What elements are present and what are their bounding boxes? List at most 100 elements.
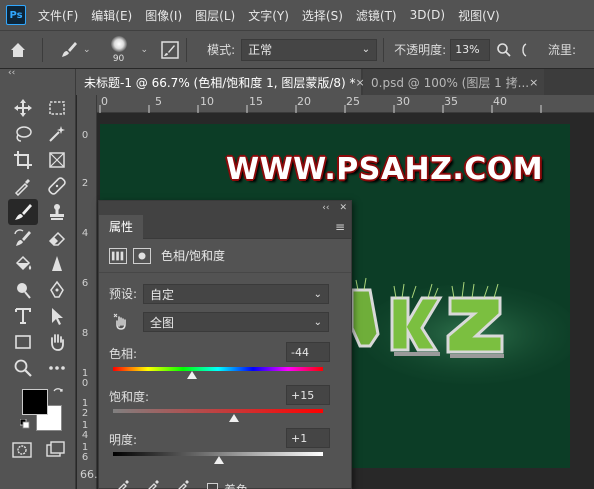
menu-image[interactable]: 图像(I) [145, 7, 182, 24]
hue-input[interactable]: -44 [286, 342, 330, 362]
close-icon[interactable]: ✕ [339, 203, 347, 213]
default-colors-icon[interactable] [20, 419, 30, 429]
menu-edit[interactable]: 编辑(E) [91, 7, 132, 24]
properties-panel: ‹‹ ✕ 属性 ≡ 色相/饱和度 预设: 自定 ⌄ 全图 ⌄ 色相: -44 饱… [98, 200, 352, 489]
vertical-ruler[interactable]: 0 2 4 6 8 1 0 1 2 1 4 1 6 [77, 95, 97, 489]
ruler-tick-label: 4 [81, 228, 89, 239]
magic-wand-tool[interactable] [42, 121, 72, 147]
brush-panel-icon [161, 40, 179, 59]
saturation-slider-track[interactable] [113, 409, 323, 413]
menu-select[interactable]: 选择(S) [302, 7, 343, 24]
range-value: 全图 [150, 315, 175, 330]
layer-mask-icon[interactable] [133, 247, 151, 264]
toolbar-collapse-button[interactable]: ‹‹ [0, 69, 75, 89]
tab-label: 未标题-1 @ 66.7% (色相/饱和度 1, 图层蒙版/8) * [84, 75, 356, 90]
menu-bar: Ps 文件(F) 编辑(E) 图像(I) 图层(L) 文字(Y) 选择(S) 滤… [0, 0, 594, 30]
panel-menu-icon[interactable]: ≡ [335, 220, 345, 234]
chevron-down-icon[interactable]: ⌄ [141, 45, 149, 55]
eyedropper-tool[interactable] [8, 173, 38, 199]
opacity-label: 不透明度: [394, 43, 447, 57]
properties-tab-bar: 属性 ≡ [99, 214, 351, 239]
opacity-input[interactable]: 13% [450, 38, 491, 61]
menu-layer[interactable]: 图层(L) [195, 7, 235, 24]
canvas-text-layer: WWW.PSAHZ.COM [226, 152, 544, 187]
sharpen-tool[interactable] [42, 251, 72, 277]
quick-mask-icon[interactable] [12, 441, 32, 459]
hand-tool[interactable] [42, 329, 72, 355]
move-tool[interactable] [8, 95, 38, 121]
lasso-tool[interactable] [8, 121, 38, 147]
history-brush-tool[interactable] [8, 225, 38, 251]
tab-label: 0.psd @ 100% (图层 1 拷... [371, 75, 530, 90]
type-tool[interactable] [8, 303, 38, 329]
horizontal-ruler[interactable]: 0 5 10 15 20 25 30 35 40 [97, 95, 594, 113]
ruler-tick-label: 6 [81, 452, 89, 463]
brush-icon [15, 204, 32, 220]
preset-value: 自定 [150, 287, 175, 302]
menu-filter[interactable]: 滤镜(T) [356, 7, 397, 24]
preset-label: 预设: [109, 287, 138, 301]
home-button[interactable] [0, 41, 36, 59]
photoshop-logo[interactable]: Ps [6, 5, 26, 25]
foreground-color-swatch[interactable] [22, 389, 48, 415]
stamp-tool[interactable] [42, 199, 72, 225]
close-icon[interactable]: × [529, 76, 538, 89]
path-select-icon [52, 308, 63, 325]
pen-tool[interactable] [42, 277, 72, 303]
crop-tool[interactable] [8, 147, 38, 173]
marquee-tool[interactable] [42, 95, 72, 121]
collapse-icon[interactable]: ‹‹ [322, 203, 329, 213]
hue-slider-track[interactable] [113, 367, 323, 371]
zoom-tool[interactable] [8, 355, 38, 381]
dodge-tool[interactable] [8, 277, 38, 303]
targeted-adjustment-icon[interactable] [111, 311, 131, 331]
bucket-tool[interactable] [8, 251, 38, 277]
brush-size-picker[interactable]: 90 [101, 32, 137, 68]
tool-preset-picker[interactable]: ⌄ [59, 40, 91, 60]
screen-mode-icon[interactable] [46, 441, 66, 459]
eyedropper-minus-icon[interactable] [175, 477, 191, 489]
swap-colors-icon[interactable] [52, 387, 64, 399]
saturation-input[interactable]: +15 [286, 385, 330, 405]
healing-tool[interactable] [42, 173, 72, 199]
tab-properties[interactable]: 属性 [99, 214, 144, 239]
brush-tool[interactable] [8, 199, 38, 225]
ruler-tick-label: 8 [81, 328, 89, 339]
eyedropper-plus-icon[interactable] [145, 477, 161, 489]
hue-slider-thumb[interactable] [187, 371, 198, 379]
menu-file[interactable]: 文件(F) [38, 7, 78, 24]
zoom-icon [14, 359, 32, 377]
menu-type[interactable]: 文字(Y) [248, 7, 289, 24]
brush-settings-button[interactable] [160, 40, 180, 60]
eraser-tool[interactable] [42, 225, 72, 251]
more-icon [49, 366, 65, 370]
pressure-opacity-icon[interactable] [518, 42, 530, 58]
preset-select[interactable]: 自定 ⌄ [143, 284, 329, 304]
menu-3d[interactable]: 3D(D) [410, 8, 445, 22]
saturation-slider-thumb[interactable] [228, 414, 239, 422]
more-tools-button[interactable] [42, 355, 72, 381]
colorize-checkbox[interactable] [207, 483, 218, 489]
lasso-icon [16, 126, 32, 142]
lightness-slider-thumb[interactable] [214, 456, 225, 464]
lightness-input[interactable]: +1 [286, 428, 330, 448]
tab-untitled-1[interactable]: 未标题-1 @ 66.7% (色相/饱和度 1, 图层蒙版/8) * × [76, 69, 365, 95]
rectangle-tool[interactable] [8, 329, 38, 355]
panel-header: ‹‹ ✕ [99, 201, 351, 215]
bucket-icon [15, 255, 32, 271]
document-tab-strip: 未标题-1 @ 66.7% (色相/饱和度 1, 图层蒙版/8) * × 0.p… [76, 69, 594, 95]
sharpen-icon [52, 256, 62, 271]
frame-tool[interactable] [42, 147, 72, 173]
pen-icon [50, 280, 64, 298]
hue-saturation-icon[interactable] [109, 247, 127, 264]
mode-select[interactable]: 正常 ⌄ [241, 38, 378, 61]
move-icon [14, 99, 32, 117]
path-select-tool[interactable] [42, 303, 72, 329]
search-icon[interactable] [496, 42, 512, 58]
menu-view[interactable]: 视图(V) [458, 7, 500, 24]
type-icon [15, 308, 31, 324]
tab-0-psd[interactable]: 0.psd @ 100% (图层 1 拷... × [363, 69, 544, 95]
stamp-icon [50, 204, 64, 220]
eyedropper-icon[interactable] [115, 477, 131, 489]
range-select[interactable]: 全图 ⌄ [143, 312, 329, 332]
